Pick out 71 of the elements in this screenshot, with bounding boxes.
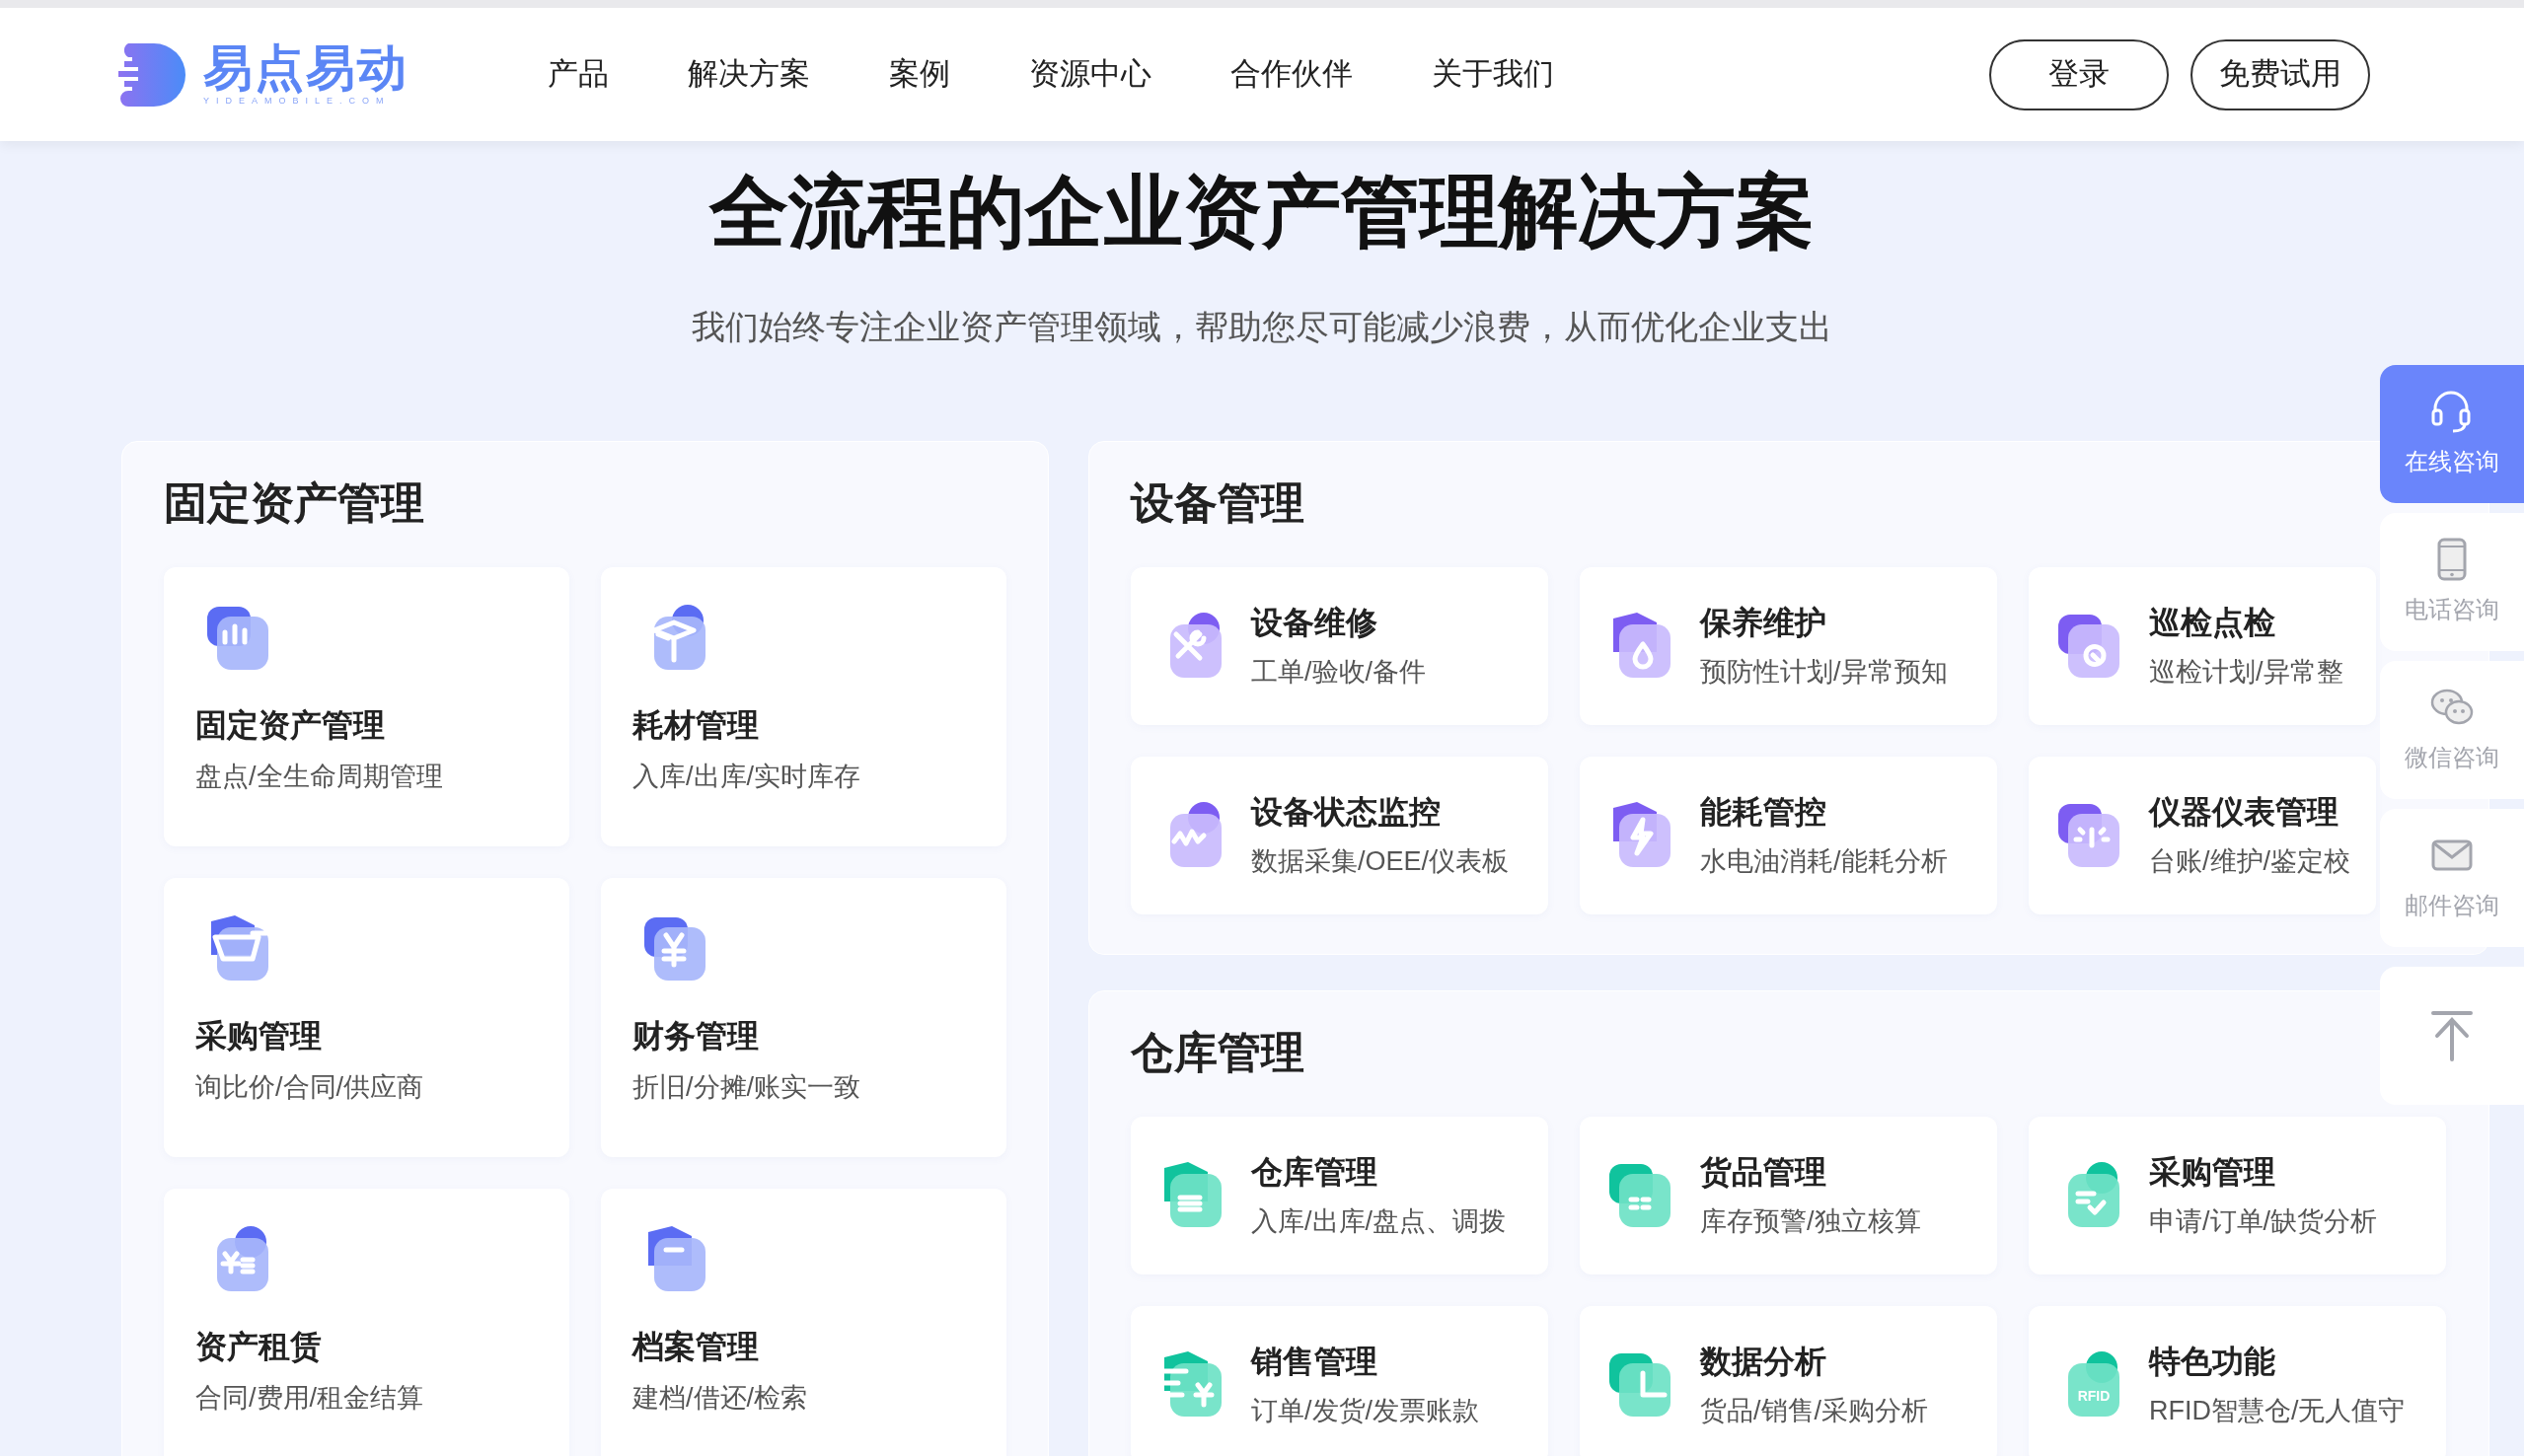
section-title: 固定资产管理 [164,477,425,529]
nav-link[interactable]: 合作伙伴 [1230,51,1353,98]
arrow-up-icon [2429,1010,2475,1061]
card-subtitle: 货品/销售/采购分析 [1700,1395,1928,1427]
card-subtitle: 询比价/合同/供应商 [195,1071,424,1104]
card-subtitle: 盘点/全生命周期管理 [195,761,444,793]
card-title: 采购管理 [195,1017,323,1056]
nav-link[interactable]: 产品 [548,51,609,98]
card-subtitle: 巡检计划/异常整 [2149,656,2343,689]
feature-card[interactable]: 设备维修 工单/验收/备件 [1131,567,1548,725]
section-title: 仓库管理 [1131,1027,1305,1078]
feature-card[interactable]: 数据分析 货品/销售/采购分析 [1580,1306,1997,1456]
card-subtitle: 水电油消耗/能耗分析 [1700,845,1948,878]
card-title: 销售管理 [1251,1343,1378,1381]
section-title: 设备管理 [1131,477,1305,529]
feature-card[interactable]: 档案管理 建档/借还/检索 [601,1189,1006,1456]
card-title: 能耗管控 [1700,793,1827,832]
card-title: 货品管理 [1700,1153,1827,1192]
feature-card[interactable]: 采购管理 询比价/合同/供应商 [164,878,569,1157]
nav-link[interactable]: 解决方案 [688,51,810,98]
nav-link[interactable]: 资源中心 [1029,51,1151,98]
hero-title: 全流程的企业资产管理解决方案 [707,167,1816,257]
feature-card[interactable]: 货品管理 库存预警/独立核算 [1580,1117,1997,1274]
nav-link[interactable]: 案例 [889,51,950,98]
logo-tagline: YIDEAMOBILE.COM [203,94,392,108]
header-button[interactable]: 免费试用 [2190,38,2370,110]
feature-card[interactable]: 财务管理 折旧/分摊/账实一致 [601,878,1006,1157]
feature-card[interactable]: 仓库管理 入库/出库/盘点、调拨 [1131,1117,1548,1274]
card-title: 保养维护 [1700,604,1827,642]
card-title: 财务管理 [632,1017,760,1056]
feature-card[interactable]: 设备状态监控 数据采集/OEE/仪表板 [1131,757,1548,914]
logo-text: 易点易动 [203,40,408,95]
header-button[interactable]: 登录 [1989,38,2169,110]
card-title: 资产租赁 [195,1328,323,1366]
card-title: 数据分析 [1700,1343,1827,1381]
card-title: 仓库管理 [1251,1153,1378,1192]
card-title: 固定资产管理 [195,706,386,745]
card-subtitle: 入库/出库/盘点、调拨 [1251,1205,1506,1238]
card-subtitle: 库存预警/独立核算 [1700,1205,1921,1238]
card-subtitle: 折旧/分摊/账实一致 [632,1071,861,1104]
feature-card[interactable]: 保养维护 预防性计划/异常预知 [1580,567,1997,725]
card-title: 特色功能 [2149,1343,2276,1381]
card-subtitle: 工单/验收/备件 [1251,656,1426,689]
feature-card[interactable]: 仪器仪表管理 台账/维护/鉴定校 [2029,757,2376,914]
card-subtitle: 合同/费用/租金结算 [195,1382,424,1415]
feature-card[interactable]: 采购管理 申请/订单/缺货分析 [2029,1117,2446,1274]
card-subtitle: 预防性计划/异常预知 [1700,656,1948,689]
card-subtitle: 申请/订单/缺货分析 [2149,1205,2377,1238]
feature-card[interactable]: 耗材管理 入库/出库/实时库存 [601,567,1006,846]
card-title: 设备状态监控 [1251,793,1442,832]
feature-card[interactable]: 固定资产管理 盘点/全生命周期管理 [164,567,569,846]
card-title: 档案管理 [632,1328,760,1366]
feature-card[interactable]: 能耗管控 水电油消耗/能耗分析 [1580,757,1997,914]
feature-card[interactable]: 资产租赁 合同/费用/租金结算 [164,1189,569,1456]
card-subtitle: 建档/借还/检索 [632,1382,808,1415]
card-subtitle: 入库/出库/实时库存 [632,761,861,793]
feature-card[interactable]: 巡检点检 巡检计划/异常整 [2029,567,2376,725]
feature-card[interactable]: RFID 特色功能 RFID智慧仓/无人值守 [2029,1306,2446,1456]
card-subtitle: 台账/维护/鉴定校 [2149,845,2350,878]
card-title: 巡检点检 [2149,604,2276,642]
card-title: 采购管理 [2149,1153,2276,1192]
card-title: 仪器仪表管理 [2149,793,2339,832]
back-to-top-button[interactable] [2380,967,2524,1105]
card-subtitle: 订单/发货/发票账款 [1251,1395,1479,1427]
card-subtitle: 数据采集/OEE/仪表板 [1251,845,1510,878]
card-title: 设备维修 [1251,604,1378,642]
nav-link[interactable]: 关于我们 [1432,51,1554,98]
hero-subtitle: 我们始终专注企业资产管理领域，帮助您尽可能减少浪费，从而优化企业支出 [691,307,1833,347]
card-title: 耗材管理 [632,706,760,745]
card-subtitle: RFID智慧仓/无人值守 [2149,1395,2406,1427]
feature-card[interactable]: 销售管理 订单/发货/发票账款 [1131,1306,1548,1456]
